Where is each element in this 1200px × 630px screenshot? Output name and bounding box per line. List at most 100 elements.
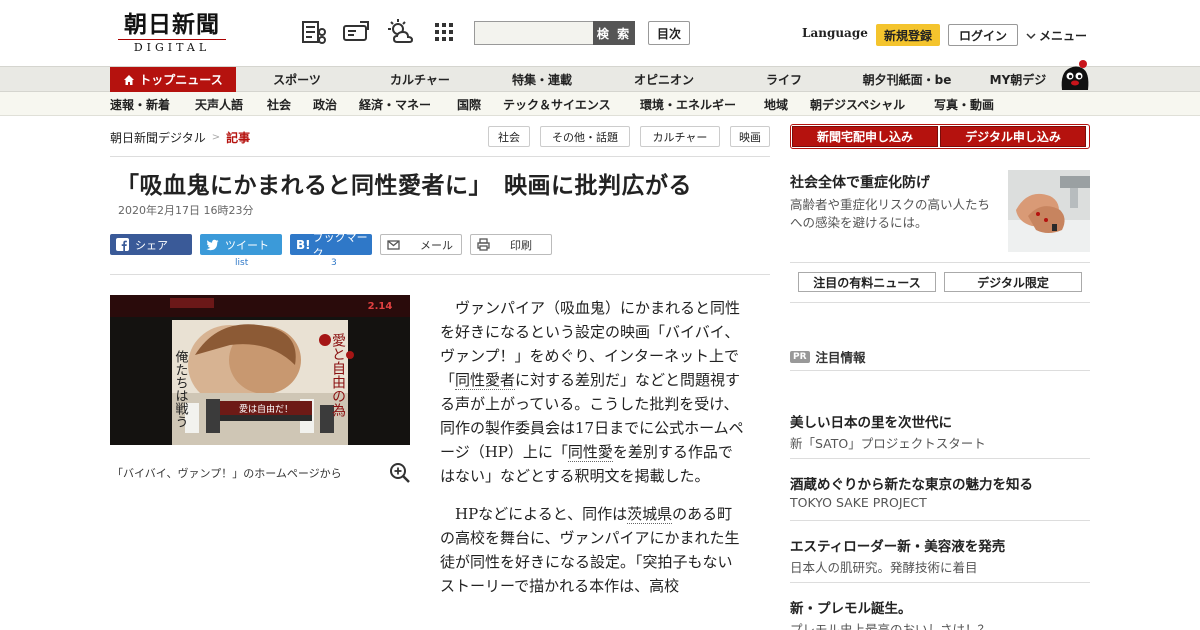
divider [790,370,1090,371]
nav2-tenseijingo[interactable]: 天声人語 [195,96,243,113]
nav2-international[interactable]: 国際 [457,96,481,113]
logo-sub-text: DIGITAL [118,39,226,54]
facebook-share-label: シェア [135,238,168,252]
facebook-icon [116,238,129,251]
twitter-count[interactable]: list [235,258,248,268]
pr-item-title[interactable]: 酒蔵めぐりから新たな東京の魅力を知る [790,473,1033,493]
nav-paper-be[interactable]: 朝夕刊紙面・be [854,67,960,92]
movie-poster-image: 愛は自由だ！ 俺たちは戦う 愛と自由の為 2.14 [110,295,410,445]
secondary-nav: 速報・新着 天声人語 社会 政治 経済・マネー 国際 テック＆サイエンス 環境・… [0,92,1200,116]
tab-paid-news[interactable]: 注目の有料ニュース [798,272,936,292]
nav-top-news-label: トップニュース [139,73,223,87]
twitter-share-button[interactable]: ツイート [200,234,282,255]
pr-label-text: 注目情報 [815,350,866,365]
divider [790,582,1090,583]
feature-image[interactable] [1008,170,1090,252]
mascot-icon[interactable] [1056,56,1092,92]
pr-section-label: PR 注目情報 [790,347,866,366]
keyword-link[interactable]: 同性愛 [567,443,613,462]
pr-item-title[interactable]: 美しい日本の里を次世代に [790,411,952,431]
nav2-region[interactable]: 地域 [764,96,788,113]
keyword-link[interactable]: 同性愛者 [455,371,516,390]
feature-text[interactable]: 高齢者や重症化リスクの高い人たちへの感染を避けるには。 [790,196,994,232]
nav-sports[interactable]: スポーツ [262,67,332,92]
nav2-environment[interactable]: 環境・エネルギー [640,96,736,113]
poster-release-date: 2.14 [368,301,393,312]
nav-my-asadigi[interactable]: MY朝デジ [980,67,1056,92]
hatena-icon: B! [296,237,311,252]
digital-subscribe-button[interactable]: デジタル申し込み [940,126,1086,147]
facebook-share-button[interactable]: シェア [110,234,192,255]
menu-label: メニュー [1039,29,1088,43]
login-button[interactable]: ログイン [948,24,1018,46]
pr-badge: PR [790,350,810,363]
nav-top-news[interactable]: トップニュース [110,67,236,92]
twitter-share-label: ツイート [225,238,269,252]
nav2-economy[interactable]: 経済・マネー [359,96,431,113]
hatena-count[interactable]: 3 [331,258,337,268]
search-button[interactable]: 検 索 [593,21,635,45]
page: 朝日新聞 DIGITAL 検 索 目次 Language 新規登録 ログイン メ… [0,0,1200,630]
print-label: 印刷 [510,238,532,252]
zoom-icon[interactable] [388,461,412,485]
newspaper-scrap-icon[interactable] [300,18,328,46]
divider [110,156,770,157]
breadcrumb-separator: > [211,132,221,143]
divider [790,520,1090,521]
print-icon [477,238,490,251]
hatena-bookmark-button[interactable]: B! ブックマーク [290,231,372,260]
toc-button[interactable]: 目次 [648,21,690,45]
print-button[interactable]: 印刷 [470,234,552,255]
search-input[interactable] [474,21,594,45]
language-link[interactable]: Language [802,26,868,40]
grid-icon[interactable] [430,18,458,46]
article-paragraph: ヴァンパイア（吸血鬼）にかまれると同性を好きになるという設定の映画「バイバイ、ヴ… [440,296,746,488]
tag-culture[interactable]: カルチャー [640,126,720,147]
poster-right-text: 愛と自由の為 [330,333,346,417]
tag-movie[interactable]: 映画 [730,126,770,147]
pr-item-sub[interactable]: プレモル史上最高のおいしさは！？ [790,619,990,630]
nav2-photo-video[interactable]: 写真・動画 [934,96,994,113]
article-date: 2020年2月17日 16時23分 [118,204,254,217]
mail-share-button[interactable]: メール [380,234,462,255]
poster-left-text: 俺たちは戦う [173,350,189,428]
menu-button[interactable]: メニュー [1026,27,1087,44]
pr-item-sub[interactable]: 新「SATO」プロジェクトスタート [790,433,986,452]
nav2-politics[interactable]: 政治 [313,96,337,113]
nav2-special[interactable]: 朝デジスペシャル [810,96,905,113]
mail-icon [387,240,400,250]
nav2-society[interactable]: 社会 [267,96,291,113]
pr-item-title[interactable]: 新・プレモル誕生。 [790,597,912,617]
nav-culture[interactable]: カルチャー [378,67,462,92]
pr-item-sub[interactable]: 日本人の肌研究。発酵技術に着目 [790,557,978,576]
article-photo[interactable]: 愛は自由だ！ 俺たちは戦う 愛と自由の為 2.14 [110,295,410,445]
keyword-link[interactable]: 茨城県 [627,505,673,524]
article-body: ヴァンパイア（吸血鬼）にかまれると同性を好きになるという設定の映画「バイバイ、ヴ… [440,296,746,612]
breadcrumb: 朝日新聞デジタル > 記事 [110,129,250,146]
digital-paper-icon[interactable] [342,18,370,46]
feature-title[interactable]: 社会全体で重症化防げ [790,172,930,192]
logo-main-text: 朝日新聞 [124,11,220,38]
photo-caption: 「バイバイ、ヴァンプ！」のホームページから [112,467,342,480]
pr-item-title[interactable]: エスティローダー新・美容液を発売 [790,535,1005,555]
signup-button[interactable]: 新規登録 [876,24,940,46]
nav2-breaking[interactable]: 速報・新着 [110,96,170,113]
nav-life[interactable]: ライフ [756,67,812,92]
nav-features[interactable]: 特集・連載 [500,67,584,92]
tab-digital-only[interactable]: デジタル限定 [944,272,1082,292]
tag-misc[interactable]: その他・話題 [540,126,630,147]
pr-item-sub[interactable]: TOKYO SAKE PROJECT [790,495,927,510]
asahi-digital-logo[interactable]: 朝日新聞 DIGITAL [112,12,232,54]
nav-opinion[interactable]: オピニオン [622,67,706,92]
hatena-bookmark-label: ブックマーク [312,230,368,260]
nav2-tech-science[interactable]: テック＆サイエンス [503,96,611,113]
tag-society[interactable]: 社会 [488,126,530,147]
home-icon [124,74,135,85]
twitter-icon [206,239,219,251]
text-span: HPなどによると、同作は [455,505,628,523]
weather-icon[interactable] [386,18,414,46]
newspaper-delivery-button[interactable]: 新聞宅配申し込み [792,126,938,147]
divider [790,262,1090,263]
breadcrumb-home[interactable]: 朝日新聞デジタル [110,129,206,146]
divider [790,302,1090,303]
